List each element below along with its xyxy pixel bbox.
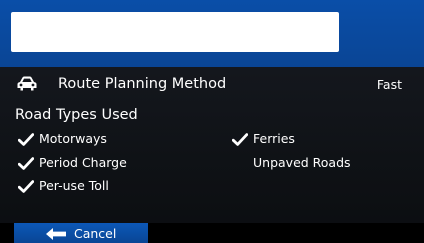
route-planning-method-label: Route Planning Method (58, 76, 227, 92)
option-motorways[interactable]: Motorways (18, 130, 138, 148)
option-unpaved-roads[interactable]: Unpaved Roads (232, 154, 382, 172)
route-planning-method-value: Fast (376, 77, 402, 92)
check-icon (18, 180, 34, 193)
check-icon (18, 157, 34, 170)
title-field (11, 12, 339, 52)
option-per-use-toll[interactable]: Per-use Toll (18, 177, 148, 195)
option-label: Per-use Toll (39, 178, 109, 193)
option-label: Ferries (253, 131, 295, 146)
car-icon (17, 76, 37, 91)
road-types-title: Road Types Used (15, 107, 138, 123)
route-settings-screen: Route Planning Method Fast Road Types Us… (0, 0, 424, 243)
back-arrow-icon (46, 228, 66, 240)
cancel-button[interactable]: Cancel (14, 223, 148, 243)
header-bar (0, 0, 424, 67)
check-icon (18, 133, 34, 146)
route-planning-method-row[interactable]: Route Planning Method Fast (0, 73, 424, 99)
check-icon (232, 133, 248, 146)
option-label: Motorways (39, 131, 107, 146)
option-period-charge[interactable]: Period Charge (18, 154, 158, 172)
option-label: Unpaved Roads (253, 155, 351, 170)
cancel-label: Cancel (74, 226, 117, 241)
option-label: Period Charge (39, 155, 127, 170)
option-ferries[interactable]: Ferries (232, 130, 352, 148)
